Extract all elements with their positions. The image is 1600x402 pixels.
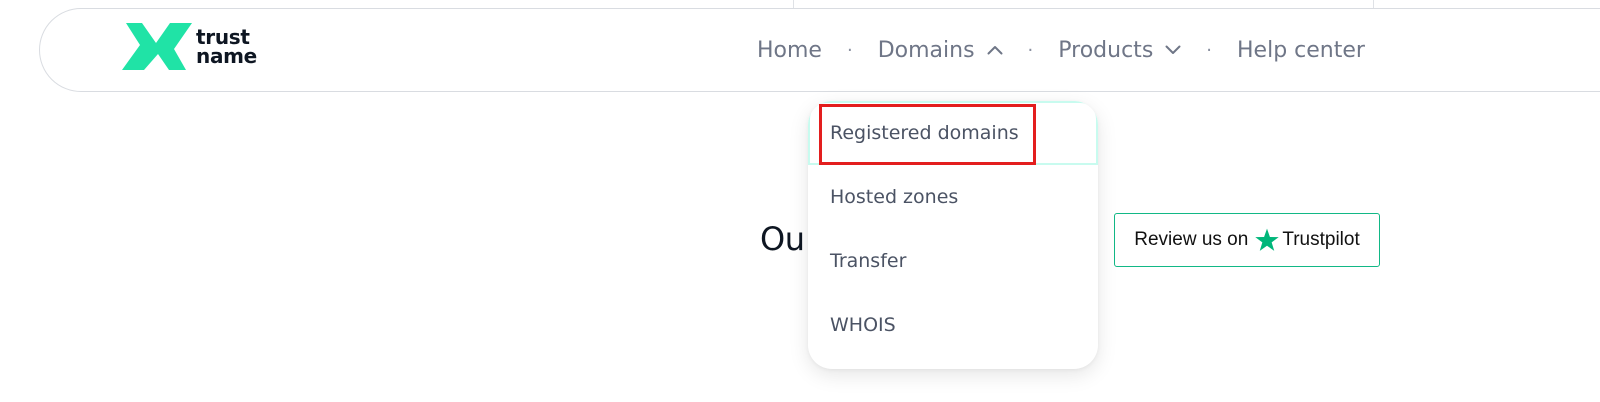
trustpilot-prefix: Review us on	[1134, 229, 1249, 250]
hero-heading: Ou	[760, 220, 805, 258]
trustpilot-brand: Trustpilot	[1282, 229, 1360, 250]
nav-separator: ·	[1027, 39, 1034, 61]
nav-item-label: Domains	[877, 37, 975, 63]
main-nav: Home · Domains · Products · Help center	[757, 30, 1365, 70]
menu-item-label: WHOIS	[830, 314, 896, 336]
nav-item-label: Products	[1058, 37, 1154, 63]
nav-item-domains[interactable]: Domains	[878, 38, 1003, 63]
menu-item-transfer[interactable]: Transfer	[808, 229, 1098, 293]
menu-item-whois[interactable]: WHOIS	[808, 293, 1098, 357]
logo-wordmark: trust name	[196, 27, 257, 68]
menu-item-label: Transfer	[830, 250, 907, 272]
nav-item-help-center[interactable]: Help center	[1237, 38, 1365, 63]
menu-item-registered-domains[interactable]: Registered domains	[808, 101, 1098, 165]
trustname-logo-icon	[122, 23, 192, 70]
menu-item-label: Registered domains	[830, 122, 1019, 144]
logo[interactable]: trust name	[122, 22, 272, 72]
nav-item-home[interactable]: Home	[757, 38, 822, 63]
chevron-up-icon	[987, 46, 1003, 55]
logo-text-line2: name	[196, 44, 257, 68]
menu-item-label: Hosted zones	[830, 186, 959, 208]
menu-item-hosted-zones[interactable]: Hosted zones	[808, 165, 1098, 229]
chevron-down-icon	[1165, 45, 1181, 54]
domains-dropdown-menu: Registered domains Hosted zones Transfer…	[808, 101, 1098, 369]
nav-separator: ·	[846, 39, 853, 61]
nav-item-products[interactable]: Products	[1058, 38, 1181, 63]
trustpilot-review-button[interactable]: Review us on Trustpilot	[1114, 213, 1380, 267]
nav-item-label: Home	[757, 37, 822, 63]
nav-item-label: Help center	[1237, 37, 1365, 63]
nav-separator: ·	[1206, 39, 1213, 61]
star-icon	[1255, 228, 1280, 251]
